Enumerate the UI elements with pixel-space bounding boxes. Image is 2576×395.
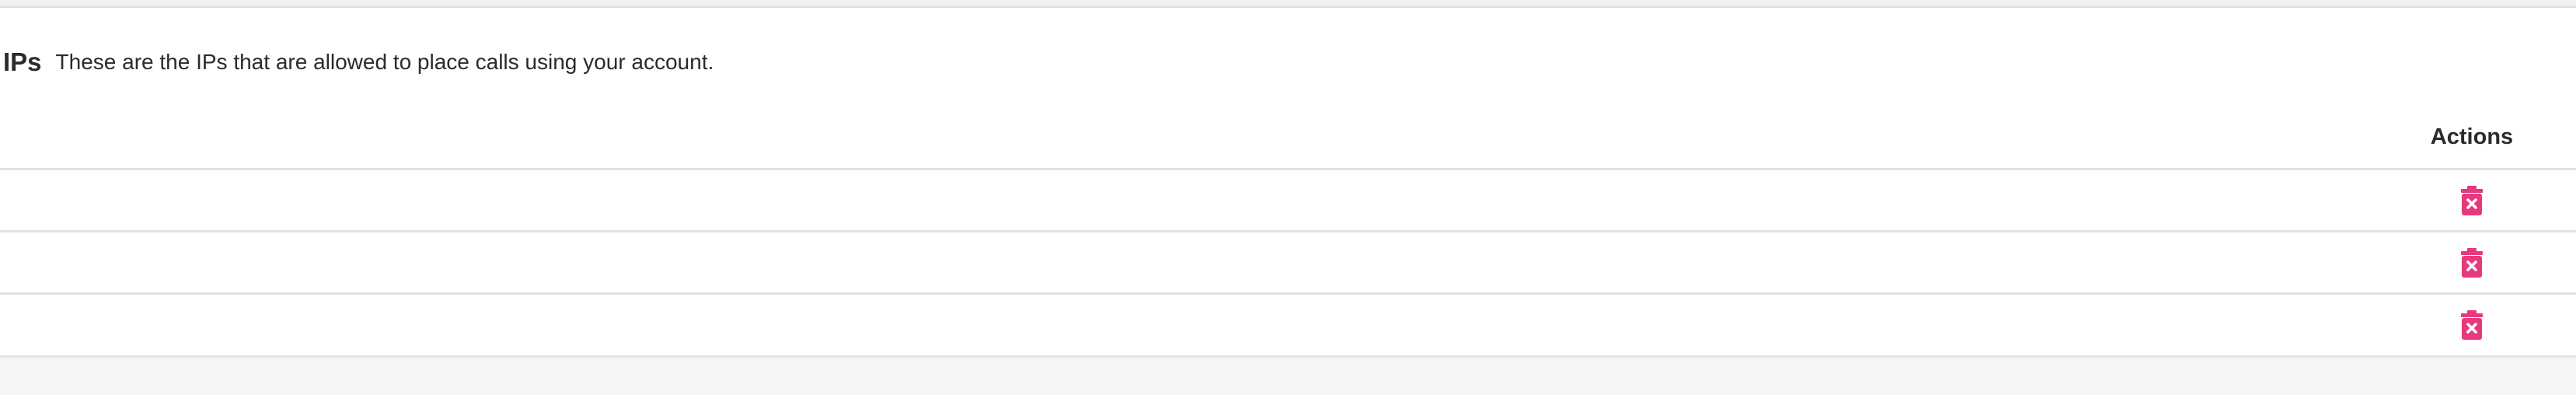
section-header: IPs These are the IPs that are allowed t… (3, 44, 714, 81)
page-background (0, 358, 2576, 395)
table-row (0, 168, 2576, 231)
delete-icon[interactable] (2459, 186, 2484, 215)
actions-column-header: Actions (2430, 124, 2514, 149)
section-title: IPs (3, 47, 42, 76)
top-strip (0, 0, 2576, 8)
delete-icon[interactable] (2459, 310, 2484, 340)
delete-icon[interactable] (2459, 248, 2484, 278)
table-row (0, 230, 2576, 293)
table-row (0, 292, 2576, 358)
section-description: These are the IPs that are allowed to pl… (55, 50, 714, 74)
ips-panel: IPs These are the IPs that are allowed t… (0, 8, 2576, 358)
